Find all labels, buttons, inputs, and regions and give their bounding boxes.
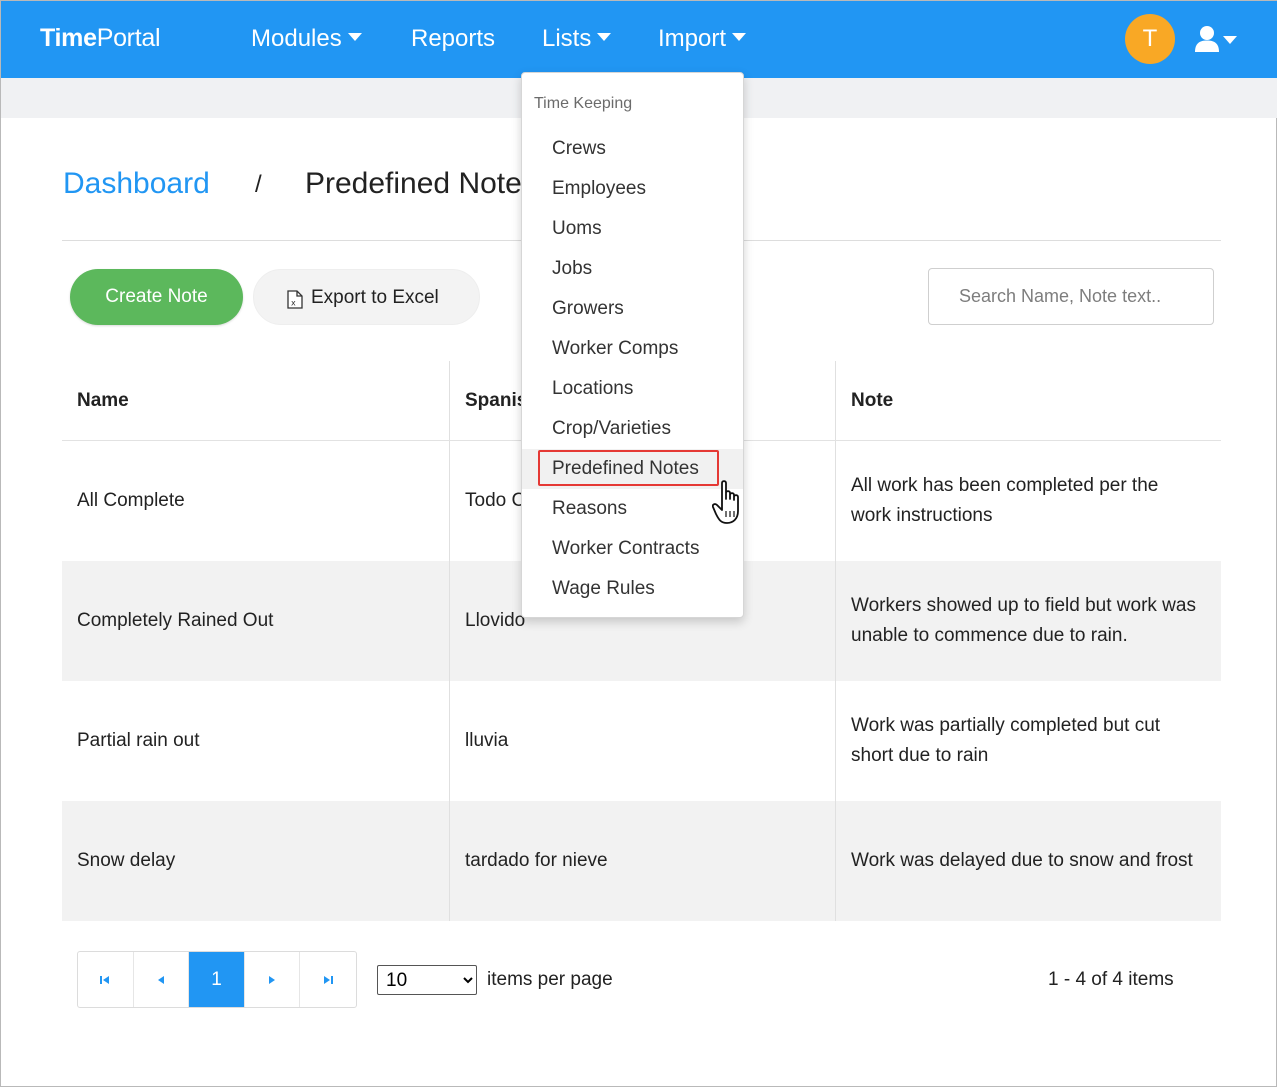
last-page-button[interactable] (300, 952, 356, 1007)
first-page-button[interactable] (78, 952, 134, 1007)
nav-reports-label: Reports (411, 25, 496, 52)
breadcrumb-dashboard-link[interactable]: Dashboard (63, 167, 210, 201)
chevron-down-icon (732, 33, 747, 41)
last-page-icon (324, 975, 334, 984)
menu-item-locations[interactable]: Locations (522, 369, 743, 409)
chevron-down-icon (1223, 36, 1237, 44)
pager-info: 1 - 4 of 4 items (1048, 969, 1174, 990)
menu-item-worker-contracts[interactable]: Worker Contracts (522, 529, 743, 569)
user-menu-button[interactable] (1195, 25, 1241, 55)
next-page-icon (269, 975, 276, 984)
menu-item-crop-varieties[interactable]: Crop/Varieties (522, 409, 743, 449)
previous-page-icon (157, 975, 164, 984)
brand-logo[interactable]: TimePortal (40, 24, 161, 53)
table-row[interactable]: Partial rain out lluvia Work was partial… (62, 681, 1221, 801)
items-per-page-label: items per page (487, 969, 613, 990)
nav-modules[interactable]: Modules (251, 25, 362, 53)
nav-lists[interactable]: Lists (542, 25, 612, 53)
lists-dropdown-menu: Time Keeping Crews Employees Uoms Jobs G… (521, 72, 744, 618)
user-icon (1195, 26, 1219, 52)
excel-file-icon: x (287, 290, 303, 309)
create-note-button[interactable]: Create Note (70, 269, 243, 325)
cell-spanish: tardado for nieve (449, 801, 835, 921)
first-page-icon (100, 975, 110, 984)
export-to-excel-button[interactable]: x Export to Excel (253, 269, 480, 325)
nav-import[interactable]: Import (658, 25, 747, 53)
chevron-down-icon (597, 33, 612, 41)
search-input[interactable] (928, 268, 1214, 325)
chevron-down-icon (347, 33, 362, 41)
menu-item-growers[interactable]: Growers (522, 289, 743, 329)
brand-part-time: Time (40, 24, 97, 52)
hand-cursor-icon (712, 480, 739, 524)
cell-name: Snow delay (77, 850, 176, 871)
nav-import-label: Import (658, 25, 727, 52)
pager: 1 (77, 951, 357, 1008)
menu-item-wage-rules[interactable]: Wage Rules (522, 569, 743, 609)
cell-note: Workers showed up to field but work was … (835, 561, 1221, 681)
cell-name: All Complete (77, 490, 185, 511)
cell-name: Partial rain out (77, 730, 200, 751)
table-row[interactable]: Snow delay tardado for nieve Work was de… (62, 801, 1221, 921)
page-title: Predefined Notes (305, 167, 537, 200)
menu-item-predefined-notes[interactable]: Predefined Notes (522, 449, 743, 489)
avatar[interactable]: T (1125, 14, 1175, 64)
menu-item-worker-comps[interactable]: Worker Comps (522, 329, 743, 369)
menu-item-reasons[interactable]: Reasons (522, 489, 743, 529)
page-number-button[interactable]: 1 (189, 952, 245, 1007)
dropdown-header: Time Keeping (534, 95, 633, 112)
export-label: Export to Excel (311, 287, 439, 308)
next-page-button[interactable] (245, 952, 301, 1007)
brand-part-portal: Portal (96, 24, 161, 52)
cell-note: Work was delayed due to snow and frost (835, 801, 1221, 921)
nav-lists-label: Lists (542, 25, 592, 52)
column-header-note[interactable]: Note (835, 361, 1221, 440)
cell-note: All work has been completed per the work… (835, 441, 1221, 561)
menu-item-uoms[interactable]: Uoms (522, 209, 743, 249)
cell-note: Work was partially completed but cut sho… (835, 681, 1221, 801)
breadcrumb-separator: / (255, 171, 262, 198)
nav-modules-label: Modules (251, 25, 342, 52)
previous-page-button[interactable] (134, 952, 190, 1007)
column-header-name[interactable]: Name (62, 361, 449, 440)
page-size-select[interactable]: 10 (377, 965, 477, 995)
menu-item-crews[interactable]: Crews (522, 129, 743, 169)
svg-text:x: x (291, 299, 296, 308)
menu-item-jobs[interactable]: Jobs (522, 249, 743, 289)
cell-name: Completely Rained Out (77, 610, 274, 631)
cell-spanish: lluvia (449, 681, 835, 801)
top-navbar: TimePortal Modules Reports Lists Import … (1, 1, 1277, 78)
menu-item-employees[interactable]: Employees (522, 169, 743, 209)
nav-reports[interactable]: Reports (411, 25, 495, 53)
